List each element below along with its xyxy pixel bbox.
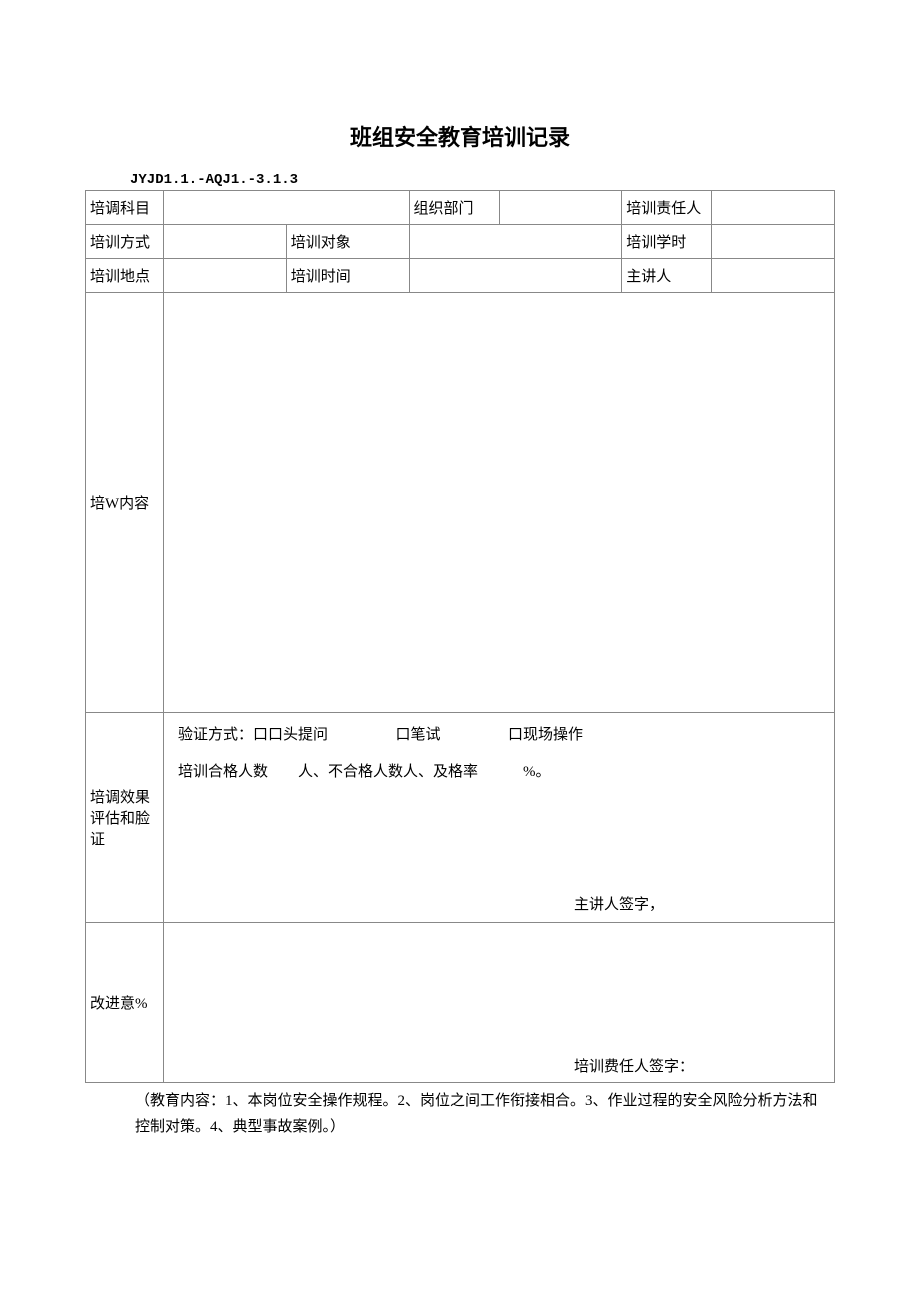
field-location[interactable] — [164, 259, 287, 293]
checkbox-oral[interactable]: 口口头提问 — [253, 727, 328, 743]
table-row: 改进意% 培训费任人签字： — [86, 923, 835, 1083]
training-record-table: 培调科目 组织部门 培训责任人 培训方式 培训对象 培训学时 培训地点 培训时间… — [85, 190, 835, 1083]
label-target: 培训对象 — [286, 225, 409, 259]
speaker-sign-label: 主讲人签字， — [574, 893, 664, 914]
label-train-resp: 培训责任人 — [622, 191, 712, 225]
document-title: 班组安全教育培训记录 — [85, 120, 835, 152]
resp-sign-label: 培训费任人签字： — [574, 1055, 694, 1076]
form-code: JYJD1.1.-AQJ1.-3.1.3 — [130, 172, 835, 188]
label-org-dept: 组织部门 — [409, 191, 499, 225]
field-eval[interactable]: 验证方式：口口头提问 口笔试 口现场操作 培训合格人数 人、不合格人数人、及格率… — [164, 713, 835, 923]
field-improve[interactable]: 培训费任人签字： — [164, 923, 835, 1083]
table-row: 培训地点 培训时间 主讲人 — [86, 259, 835, 293]
field-hours[interactable] — [712, 225, 835, 259]
table-row: 培调科目 组织部门 培训责任人 — [86, 191, 835, 225]
label-content: 培W内容 — [86, 293, 164, 713]
label-subject: 培调科目 — [86, 191, 164, 225]
field-time[interactable] — [409, 259, 622, 293]
field-target[interactable] — [409, 225, 622, 259]
checkbox-onsite[interactable]: 口现场操作 — [508, 727, 583, 743]
field-method[interactable] — [164, 225, 287, 259]
table-row: 培W内容 — [86, 293, 835, 713]
field-org-dept[interactable] — [499, 191, 622, 225]
checkbox-written[interactable]: 口笔试 — [396, 727, 441, 743]
label-eval: 培调效果评估和脸证 — [86, 713, 164, 923]
field-train-resp[interactable] — [712, 191, 835, 225]
verify-method-line: 验证方式：口口头提问 口笔试 口现场操作 — [178, 723, 820, 744]
label-speaker: 主讲人 — [622, 259, 712, 293]
label-hours: 培训学时 — [622, 225, 712, 259]
table-row: 培训方式 培训对象 培训学时 — [86, 225, 835, 259]
pass-count-line: 培训合格人数 人、不合格人数人、及格率 %。 — [178, 760, 820, 781]
footer-note: （教育内容：1、本岗位安全操作规程。2、岗位之间工作衔接相合。3、作业过程的安全… — [85, 1089, 835, 1140]
table-row: 培调效果评估和脸证 验证方式：口口头提问 口笔试 口现场操作 培训合格人数 人、… — [86, 713, 835, 923]
label-time: 培训时间 — [286, 259, 409, 293]
label-location: 培训地点 — [86, 259, 164, 293]
verify-prefix: 验证方式： — [178, 727, 253, 743]
label-method: 培训方式 — [86, 225, 164, 259]
label-improve: 改进意% — [86, 923, 164, 1083]
field-subject[interactable] — [164, 191, 410, 225]
field-speaker[interactable] — [712, 259, 835, 293]
field-content[interactable] — [164, 293, 835, 713]
